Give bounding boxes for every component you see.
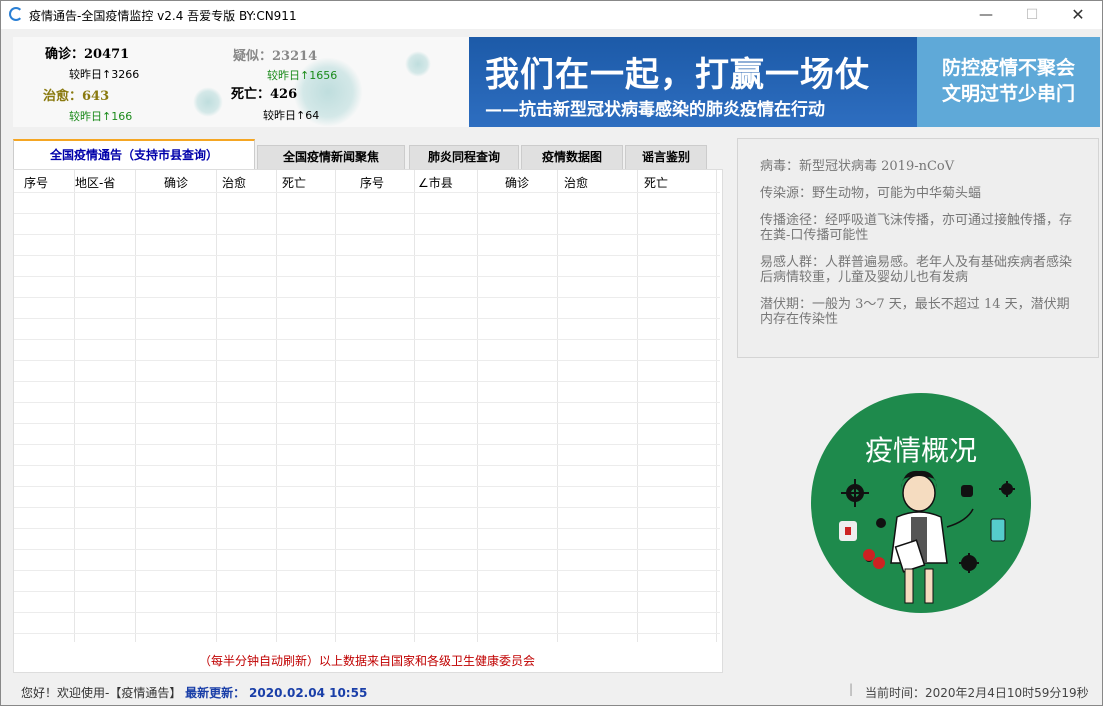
- grid-row-line: [14, 528, 720, 529]
- app-logo-icon: [9, 7, 23, 21]
- grid-row-line: [14, 633, 720, 634]
- grid-column-line: [335, 170, 336, 642]
- tab-data-chart[interactable]: 疫情数据图: [521, 145, 623, 169]
- tab-trip-query[interactable]: 肺炎同程查询: [409, 145, 519, 169]
- maximize-button[interactable]: ☐: [1009, 1, 1055, 29]
- grid-column-line: [276, 170, 277, 642]
- app-window: 疫情通告-全国疫情监控 v2.4 吾爱专版 BY:CN911 — ☐ ✕ 确诊：…: [0, 0, 1103, 706]
- slogan-banner: 我们在一起，打赢一场仗 ——抗击新型冠状病毒感染的肺炎疫情在行动: [469, 37, 917, 127]
- grid-row-line: [14, 444, 720, 445]
- grid-row-line: [14, 234, 720, 235]
- col-header-dead[interactable]: 死亡: [282, 174, 306, 191]
- side-banner-line1: 防控疫情不聚会: [941, 57, 1075, 79]
- cured-count: 治愈：643: [43, 89, 110, 104]
- grid-row-line: [14, 339, 720, 340]
- banner-sub-text: ——抗击新型冠状病毒感染的肺炎疫情在行动: [485, 100, 825, 120]
- col-header-province[interactable]: 地区-省: [75, 174, 115, 191]
- tab-bar: 全国疫情通告（支持市县查询） 全国疫情新闻聚焦 肺炎同程查询 疫情数据图 谣言鉴…: [13, 139, 723, 170]
- side-banner-line2: 文明过节少串门: [941, 83, 1075, 105]
- dead-change: 较昨日↑64: [263, 109, 320, 122]
- grid-column-line: [716, 170, 717, 642]
- grid-row-line: [14, 507, 720, 508]
- grid-row-line: [14, 465, 720, 466]
- grid-column-line: [414, 170, 415, 642]
- close-button[interactable]: ✕: [1055, 1, 1101, 29]
- info-susceptible: 易感人群：人群普遍易感。老年人及有基础疾病者感染后病情较重，儿童及婴幼儿也有发病: [760, 255, 1073, 285]
- grid-row-line: [14, 192, 720, 193]
- status-left: 您好！欢迎使用-【疫情通告】 最新更新： 2020.02.04 10:55: [21, 684, 367, 701]
- suspected-count: 疑似：23214: [233, 49, 318, 64]
- col-header-city[interactable]: ∠市县: [418, 174, 453, 191]
- grid-row-line: [14, 570, 720, 571]
- status-bar: 您好！欢迎使用-【疫情通告】 最新更新： 2020.02.04 10:55 | …: [1, 677, 1102, 705]
- status-greeting: 您好！欢迎使用-【疫情通告】: [21, 686, 182, 700]
- status-clock: 当前时间：2020年2月4日10时59分19秒: [865, 684, 1089, 701]
- grid-row-line: [14, 612, 720, 613]
- status-update-label: 最新更新：: [185, 686, 246, 700]
- info-transmission: 传播途径：经呼吸道飞沫传播，亦可通过接触传播，存在粪-口传播可能性: [760, 213, 1073, 243]
- grid-row-line: [14, 213, 720, 214]
- status-update-value: 2020.02.04 10:55: [249, 686, 368, 700]
- virus-info-panel: 病毒：新型冠状病毒 2019-nCoV 传染源：野生动物，可能为中华菊头蝠 传播…: [737, 138, 1099, 358]
- grid-row-line: [14, 276, 720, 277]
- grid-row-line: [14, 549, 720, 550]
- grid-column-line: [477, 170, 478, 642]
- info-virus: 病毒：新型冠状病毒 2019-nCoV: [760, 159, 955, 174]
- col-header-index-2[interactable]: 序号: [360, 174, 384, 191]
- doctor-illustration-icon: [839, 470, 1015, 604]
- col-header-index[interactable]: 序号: [24, 174, 48, 191]
- status-time-label: 当前时间：: [865, 686, 926, 700]
- grid-column-line: [216, 170, 217, 642]
- banner-main-text: 我们在一起，打赢一场仗: [485, 55, 870, 95]
- table-grid: 序号 地区-省 确诊 治愈 死亡 序号 ∠市县 确诊 治愈 死亡: [14, 170, 720, 642]
- grid-row-line: [14, 381, 720, 382]
- grid-row-line: [14, 423, 720, 424]
- grid-column-line: [135, 170, 136, 642]
- confirmed-count: 确诊：20471: [45, 47, 130, 62]
- col-header-confirmed[interactable]: 确诊: [164, 174, 188, 191]
- suspected-change: 较昨日↑1656: [267, 69, 338, 82]
- refresh-note: （每半分钟自动刷新）以上数据来自国家和各级卫生健康委员会: [198, 654, 535, 668]
- grid-row-line: [14, 486, 720, 487]
- overview-button[interactable]: 疫情概况: [811, 393, 1031, 613]
- col-header-cured[interactable]: 治愈: [222, 174, 246, 191]
- grid-row-line: [14, 297, 720, 298]
- grid-column-line: [74, 170, 75, 642]
- confirmed-change: 较昨日↑3266: [69, 68, 140, 81]
- col-header-dead-2[interactable]: 死亡: [644, 174, 668, 191]
- col-header-cured-2[interactable]: 治愈: [564, 174, 588, 191]
- grid-column-line: [557, 170, 558, 642]
- tab-national-notice[interactable]: 全国疫情通告（支持市县查询）: [13, 139, 255, 170]
- status-separator: |: [849, 682, 854, 696]
- title-bar[interactable]: 疫情通告-全国疫情监控 v2.4 吾爱专版 BY:CN911 — ☐ ✕: [1, 1, 1102, 29]
- tab-news-focus[interactable]: 全国疫情新闻聚焦: [257, 145, 405, 169]
- grid-row-line: [14, 318, 720, 319]
- grid-row-line: [14, 360, 720, 361]
- info-incubation: 潜伏期：一般为 3～7 天，最长不超过 14 天，潜伏期内存在传染性: [760, 297, 1070, 327]
- cured-change: 较昨日↑166: [69, 110, 133, 123]
- grid-row-line: [14, 591, 720, 592]
- slogan-side-banner: 防控疫情不聚会 文明过节少串门: [917, 37, 1100, 127]
- virus-decoration-icon: [405, 51, 431, 77]
- data-table[interactable]: 序号 地区-省 确诊 治愈 死亡 序号 ∠市县 确诊 治愈 死亡 （每半分钟自动…: [13, 169, 723, 673]
- virus-decoration-icon: [193, 87, 223, 117]
- dead-count: 死亡：426: [231, 87, 298, 102]
- col-header-confirmed-2[interactable]: 确诊: [505, 174, 529, 191]
- tab-rumor-check[interactable]: 谣言鉴别: [625, 145, 707, 169]
- minimize-button[interactable]: —: [963, 1, 1009, 29]
- window-title: 疫情通告-全国疫情监控 v2.4 吾爱专版 BY:CN911: [29, 9, 297, 23]
- status-time-value: 2020年2月4日10时59分19秒: [925, 686, 1089, 700]
- stats-panel: 确诊：20471 较昨日↑3266 疑似：23214 较昨日↑1656 治愈：6…: [13, 37, 469, 127]
- info-source: 传染源：野生动物，可能为中华菊头蝠: [760, 186, 982, 201]
- grid-column-line: [637, 170, 638, 642]
- grid-row-line: [14, 402, 720, 403]
- grid-row-line: [14, 255, 720, 256]
